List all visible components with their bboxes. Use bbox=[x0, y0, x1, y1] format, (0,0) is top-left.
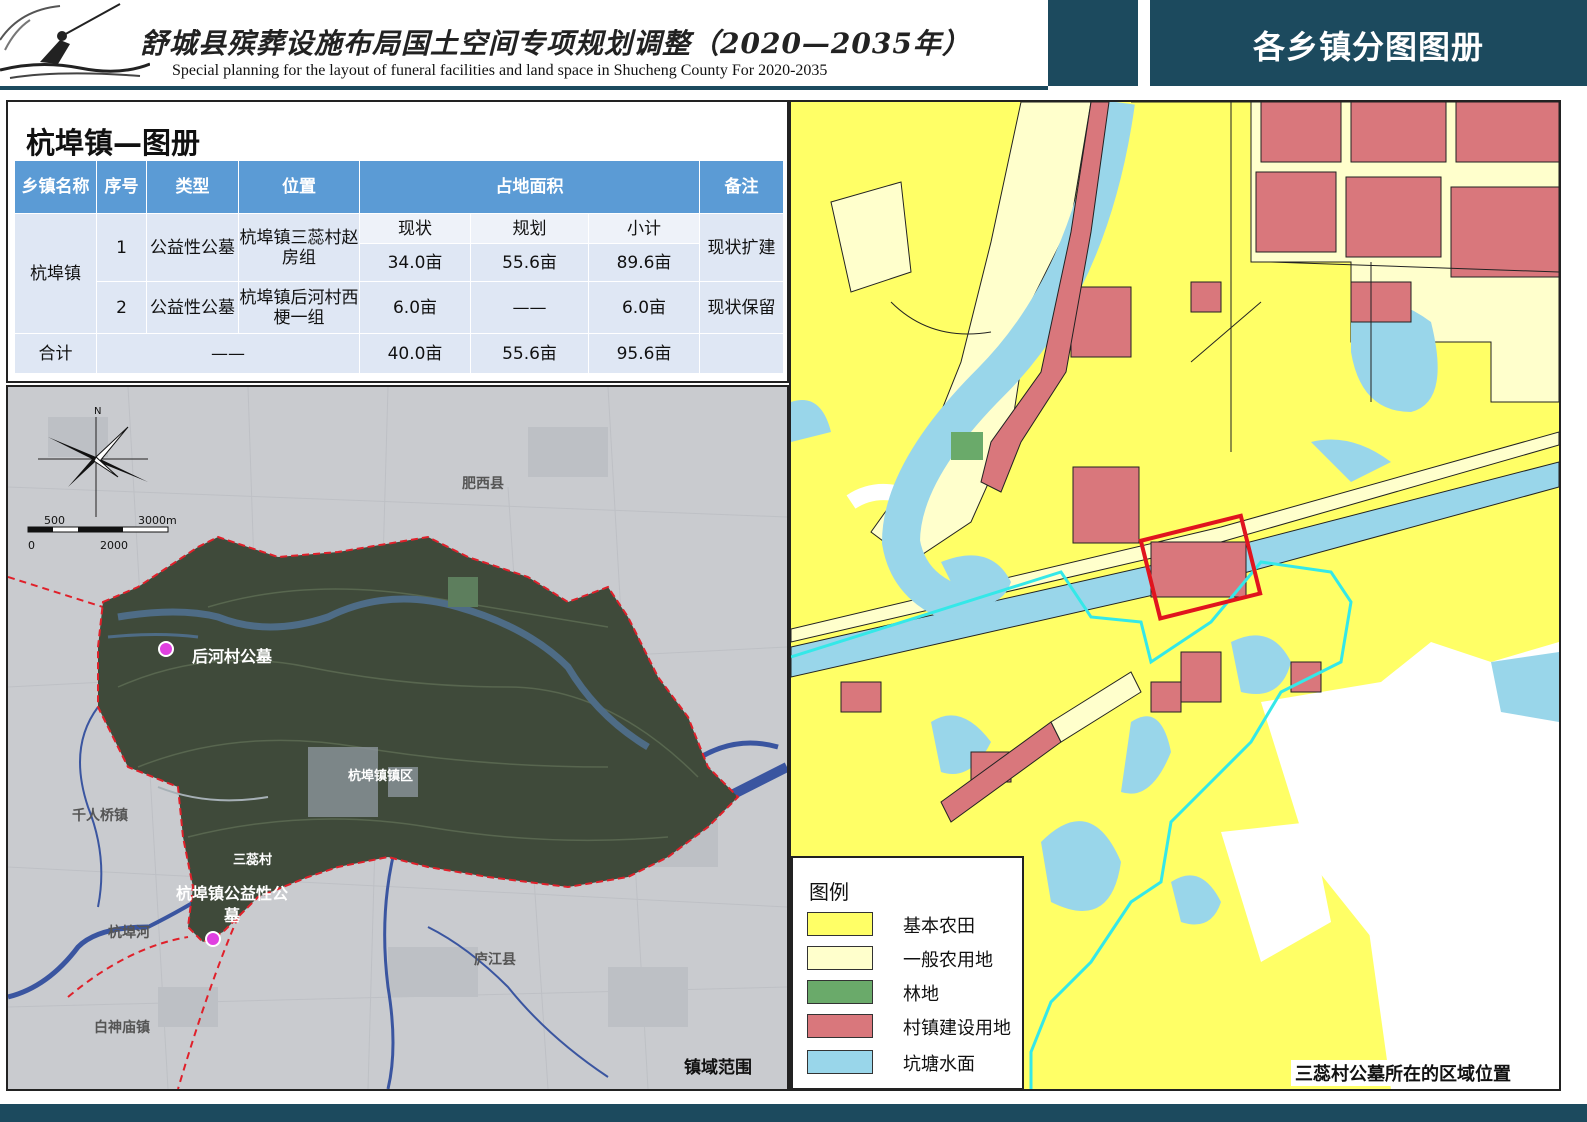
cell-total-subtotal: 95.6亩 bbox=[588, 333, 700, 374]
col-header-location: 位置 bbox=[238, 160, 360, 214]
cell-subtotal: 6.0亩 bbox=[588, 281, 700, 334]
footer-bar bbox=[0, 1104, 1587, 1122]
town-area-label: 杭埠镇镇区 bbox=[348, 769, 414, 784]
cell-remark: 现状扩建 bbox=[699, 213, 784, 282]
header-accent-block bbox=[1048, 0, 1138, 86]
cell-type: 公益性公墓 bbox=[146, 281, 239, 334]
cell-remark: 现状保留 bbox=[699, 281, 784, 334]
cemetery-table: 乡镇名称 序号 类型 位置 占地面积 备注 杭埠镇 1 公益性公墓 杭埠镇三蕊村… bbox=[14, 160, 784, 374]
town-map-caption: 镇域范围 bbox=[684, 1058, 752, 1078]
header-separator bbox=[1138, 0, 1150, 86]
town-map-graphic bbox=[8, 387, 787, 1089]
document-title: 舒城县殡葬设施布局国土空间专项规划调整（2020—2035年） bbox=[140, 27, 971, 60]
scale-bar-icon bbox=[27, 526, 169, 533]
town-extent-map: N 500 3000m 0 2000 肥西县 后河村公墓 杭埠镇镇区 千人桥镇 … bbox=[6, 385, 789, 1091]
legend-item: 村镇建设用地 bbox=[807, 1012, 1022, 1042]
subheader-subtotal: 小计 bbox=[588, 213, 700, 244]
legend-label: 林地 bbox=[903, 984, 939, 1005]
legend-item: 林地 bbox=[807, 978, 1022, 1008]
legend-title: 图例 bbox=[809, 880, 849, 904]
baishenmiao-town-label: 白神庙镇 bbox=[94, 1020, 150, 1036]
cell-current: 34.0亩 bbox=[359, 243, 471, 282]
col-header-seq: 序号 bbox=[96, 160, 147, 214]
map-legend: 图例 基本农田 一般农用地 林地 村镇建设用地 坑塘水面 bbox=[791, 856, 1024, 1089]
header-underline bbox=[0, 86, 1048, 90]
cell-planned: 55.6亩 bbox=[470, 243, 589, 282]
legend-label: 坑塘水面 bbox=[903, 1054, 975, 1075]
header: 舒城县殡葬设施布局国土空间专项规划调整（2020—2035年） Special … bbox=[0, 0, 1587, 90]
legend-item: 一般农用地 bbox=[807, 944, 1022, 974]
legend-label: 村镇建设用地 bbox=[903, 1018, 1011, 1039]
subheader-current: 现状 bbox=[359, 213, 471, 244]
legend-item: 坑塘水面 bbox=[807, 1048, 1022, 1078]
col-header-area: 占地面积 bbox=[359, 160, 700, 214]
scale-label: 3000m bbox=[138, 514, 177, 527]
cell-total-planned: 55.6亩 bbox=[470, 333, 589, 374]
table-total-row: 合计 —— 40.0亩 55.6亩 95.6亩 bbox=[14, 333, 784, 374]
cell-subtotal: 89.6亩 bbox=[588, 243, 700, 282]
subheader-planned: 规划 bbox=[470, 213, 589, 244]
cell-total-current: 40.0亩 bbox=[359, 333, 471, 374]
cell-type: 公益性公墓 bbox=[146, 213, 239, 282]
legend-item: 基本农田 bbox=[807, 910, 1022, 940]
table-row: 杭埠镇 1 公益性公墓 杭埠镇三蕊村赵房组 现状 规划 小计 现状扩建 bbox=[14, 213, 784, 334]
land-use-map: 图例 基本农田 一般农用地 林地 村镇建设用地 坑塘水面 三蕊村公墓所在的区域位… bbox=[789, 100, 1561, 1091]
col-header-type: 类型 bbox=[146, 160, 239, 214]
cell-seq: 1 bbox=[96, 213, 147, 282]
legend-swatch-forest bbox=[807, 980, 873, 1004]
sanrui-village-label: 三蕊村 bbox=[233, 853, 273, 868]
cell-current: 6.0亩 bbox=[359, 281, 471, 334]
legend-swatch-basic-farmland bbox=[807, 912, 873, 936]
cemetery-table-panel: 杭埠镇—图册 乡镇名称 序号 类型 位置 占地面积 备注 杭埠镇 1 公益性公墓… bbox=[6, 100, 789, 383]
cell-location: 杭埠镇后河村西梗一组 bbox=[238, 281, 360, 334]
header-section-banner: 各乡镇分图图册 bbox=[1150, 0, 1587, 86]
scale-label: 0 bbox=[28, 539, 35, 552]
cell-planned: —— bbox=[470, 281, 589, 334]
legend-swatch-construction bbox=[807, 1014, 873, 1038]
north-label: N bbox=[94, 406, 102, 417]
cell-total-label: 合计 bbox=[14, 333, 97, 374]
hangbu-cemetery-marker-icon bbox=[205, 931, 221, 947]
cell-location: 杭埠镇三蕊村赵房组 bbox=[238, 213, 360, 282]
cell-seq: 2 bbox=[96, 281, 147, 334]
qianrenqiao-town-label: 千人桥镇 bbox=[72, 808, 128, 824]
table-header-row: 乡镇名称 序号 类型 位置 占地面积 备注 bbox=[14, 160, 784, 214]
table-row: 2 公益性公墓 杭埠镇后河村西梗一组 6.0亩 —— 6.0亩 现状保留 bbox=[15, 281, 784, 334]
cell-town: 杭埠镇 bbox=[14, 213, 97, 334]
cell-total-remark bbox=[699, 333, 784, 374]
houhe-cemetery-label: 后河村公墓 bbox=[192, 647, 273, 666]
document-subtitle: Special planning for the layout of funer… bbox=[172, 62, 828, 79]
feixi-county-label: 肥西县 bbox=[462, 476, 504, 492]
legend-label: 基本农田 bbox=[903, 916, 975, 937]
section-title: 各乡镇分图图册 bbox=[1252, 28, 1484, 66]
atlas-title: 杭埠镇—图册 bbox=[26, 126, 201, 160]
houhe-cemetery-marker-icon bbox=[158, 641, 174, 657]
fisherman-logo-icon bbox=[0, 3, 150, 79]
col-header-town: 乡镇名称 bbox=[14, 160, 97, 214]
landuse-map-caption: 三蕊村公墓所在的区域位置 bbox=[1291, 1060, 1515, 1086]
cell-total-dash: —— bbox=[96, 333, 360, 374]
lujiang-county-label: 庐江县 bbox=[474, 952, 516, 968]
hangbu-river-label: 杭埠河 bbox=[108, 925, 150, 941]
col-header-remark: 备注 bbox=[699, 160, 784, 214]
legend-swatch-general-farmland bbox=[807, 946, 873, 970]
hangbu-cemetery-label: 杭埠镇公益性公墓 bbox=[175, 884, 288, 925]
scale-label: 2000 bbox=[100, 539, 128, 552]
legend-label: 一般农用地 bbox=[903, 950, 993, 971]
legend-swatch-pond-water bbox=[807, 1050, 873, 1074]
scale-label: 500 bbox=[44, 514, 65, 527]
